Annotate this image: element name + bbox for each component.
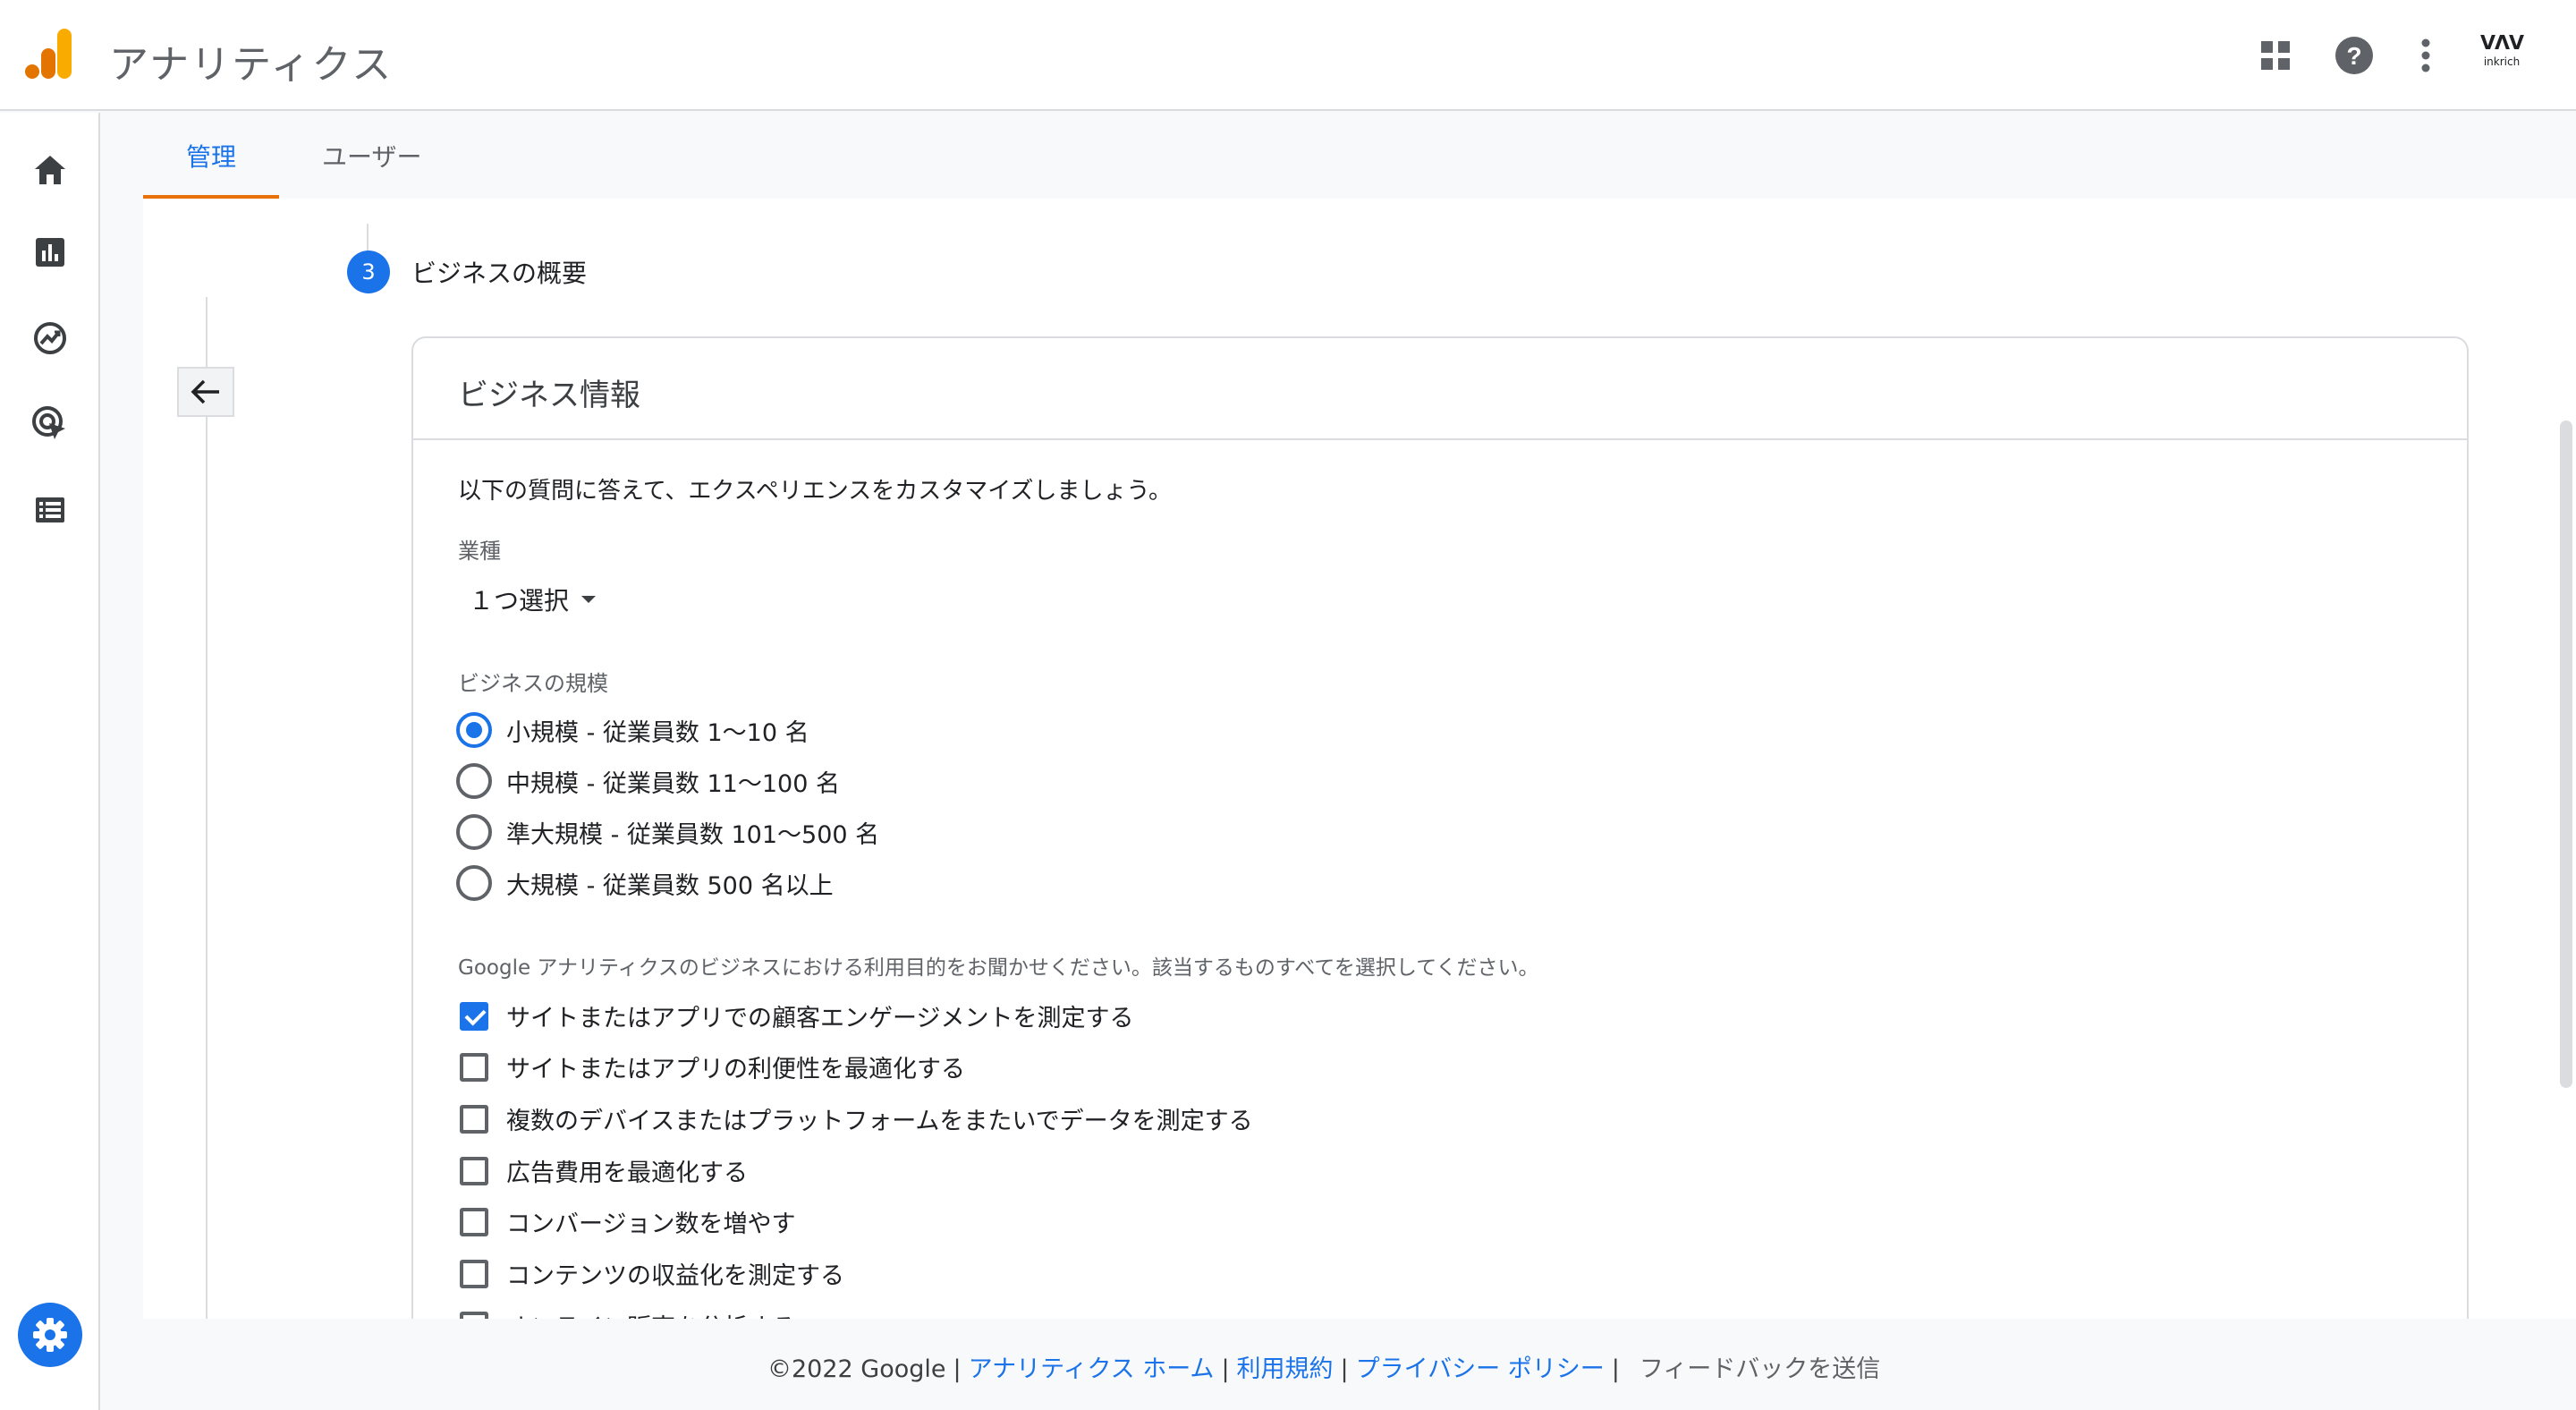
footer-separator: | xyxy=(1340,1355,1349,1383)
tab-user[interactable]: ユーザー xyxy=(322,138,421,174)
size-option-upper-medium[interactable]: 準大規模 - 従業員数 101～500 名 xyxy=(456,814,879,850)
industry-select-value: １つ選択 xyxy=(469,586,570,616)
industry-select[interactable]: １つ選択 xyxy=(469,582,597,617)
purpose-option-label: 複数のデバイスまたはプラットフォームをまたいでデータを測定する xyxy=(506,1108,1253,1135)
checkbox[interactable] xyxy=(460,1259,488,1288)
purpose-option-label: サイトまたはアプリの利便性を最適化する xyxy=(506,1056,965,1083)
step-number-badge: 3 xyxy=(347,251,390,293)
checkbox[interactable] xyxy=(460,1001,488,1031)
main-content: 3 ビジネスの概要 ビジネス情報 以下の質問に答えて、エクスペリエンスをカスタマ… xyxy=(143,199,2576,1319)
checkbox[interactable] xyxy=(460,1052,488,1082)
size-option-large[interactable]: 大規模 - 従業員数 500 名以上 xyxy=(456,865,834,901)
size-option-small[interactable]: 小規模 - 従業員数 1～10 名 xyxy=(456,712,809,748)
purpose-option[interactable]: サイトまたはアプリでの顧客エンゲージメントを測定する xyxy=(456,998,1133,1033)
size-option-label: 準大規模 - 従業員数 101～500 名 xyxy=(506,820,880,849)
analytics-logo[interactable] xyxy=(25,27,75,82)
size-option-medium[interactable]: 中規模 - 従業員数 11～100 名 xyxy=(456,763,840,799)
purpose-option-label: コンバージョン数を増やす xyxy=(506,1210,796,1238)
explore-icon[interactable] xyxy=(27,315,73,361)
footer-separator: | xyxy=(1611,1355,1620,1383)
purpose-option[interactable]: サイトまたはアプリの利便性を最適化する xyxy=(456,1049,965,1084)
purpose-label: Google アナリティクスのビジネスにおける利用目的をお聞かせください。該当す… xyxy=(458,956,1539,980)
back-button[interactable] xyxy=(177,367,234,417)
purpose-option[interactable]: オンライン販売を分析する xyxy=(456,1308,796,1319)
footer-link-terms[interactable]: 利用規約 xyxy=(1237,1355,1334,1383)
brand-logo-mark: ᐯᐱᐯ xyxy=(2479,32,2524,55)
stepper-line xyxy=(206,297,208,1319)
purpose-option[interactable]: コンテンツの収益化を測定する xyxy=(456,1256,844,1291)
svg-text:?: ? xyxy=(2346,42,2361,70)
home-icon[interactable] xyxy=(27,147,73,193)
reports-icon[interactable] xyxy=(27,229,73,276)
help-icon[interactable]: ? xyxy=(2331,32,2377,79)
industry-label: 業種 xyxy=(458,539,501,564)
size-option-label: 大規模 - 従業員数 500 名以上 xyxy=(506,871,834,900)
footer-separator: | xyxy=(953,1355,962,1383)
stepper-connector xyxy=(367,224,369,252)
page-scrollbar[interactable] xyxy=(2560,420,2572,1088)
settings-icon[interactable] xyxy=(18,1303,82,1367)
account-avatar[interactable]: ᐯᐱᐯ inkrich xyxy=(2470,32,2533,82)
checkbox[interactable] xyxy=(460,1311,488,1319)
card-title: ビジネス情報 xyxy=(458,378,640,413)
business-info-card: ビジネス情報 以下の質問に答えて、エクスペリエンスをカスタマイズしましょう。 業… xyxy=(411,336,2469,1319)
brand-name: inkrich xyxy=(2483,55,2521,68)
top-app-bar: アナリティクス ? ᐯᐱᐯ inkrich xyxy=(0,0,2576,111)
arrow-back-icon xyxy=(191,379,219,404)
tab-admin[interactable]: 管理 xyxy=(143,138,279,199)
checkbox[interactable] xyxy=(460,1156,488,1185)
card-intro-text: 以下の質問に答えて、エクスペリエンスをカスタマイズしましょう。 xyxy=(458,478,1172,505)
purpose-option[interactable]: 広告費用を最適化する xyxy=(456,1153,748,1188)
footer-link-privacy[interactable]: プライバシー ポリシー xyxy=(1356,1355,1605,1383)
app-title: アナリティクス xyxy=(109,42,394,88)
footer-copyright: ©2022 Google xyxy=(767,1355,946,1383)
checkbox[interactable] xyxy=(460,1207,488,1236)
step-label: ビジネスの概要 xyxy=(411,259,588,288)
configure-icon[interactable] xyxy=(27,487,73,533)
purpose-option-label: コンテンツの収益化を測定する xyxy=(506,1262,844,1290)
radio-button[interactable] xyxy=(456,865,492,901)
checkbox[interactable] xyxy=(460,1104,488,1134)
card-divider xyxy=(413,438,2467,440)
radio-button[interactable] xyxy=(456,712,492,748)
footer-links: ©2022 Google | アナリティクス ホーム | 利用規約 | プライバシー ポリシ… xyxy=(767,1349,1880,1384)
purpose-option-label: 広告費用を最適化する xyxy=(506,1159,748,1187)
radio-button[interactable] xyxy=(456,814,492,850)
business-size-label: ビジネスの規模 xyxy=(458,671,608,696)
purpose-option[interactable]: 複数のデバイスまたはプラットフォームをまたいでデータを測定する xyxy=(456,1101,1253,1136)
footer-feedback-link[interactable]: フィードバックを送信 xyxy=(1640,1355,1880,1383)
apps-grid-icon[interactable] xyxy=(2252,32,2299,79)
page-footer: ©2022 Google | アナリティクス ホーム | 利用規約 | プライバシー ポリシ… xyxy=(100,1319,2576,1410)
purpose-option-label: オンライン販売を分析する xyxy=(506,1308,796,1319)
size-option-label: 中規模 - 従業員数 11～100 名 xyxy=(506,769,840,798)
purpose-option-label: サイトまたはアプリでの顧客エンゲージメントを測定する xyxy=(506,1005,1134,1032)
advertising-icon[interactable] xyxy=(27,401,73,447)
admin-tabs: 管理 ユーザー xyxy=(143,111,2576,199)
more-vert-icon[interactable] xyxy=(2402,32,2449,79)
left-nav-sidebar xyxy=(0,113,100,1410)
purpose-option[interactable]: コンバージョン数を増やす xyxy=(456,1204,795,1239)
dropdown-caret-icon xyxy=(581,596,597,603)
radio-button[interactable] xyxy=(456,763,492,799)
footer-link-analytics-home[interactable]: アナリティクス ホーム xyxy=(969,1355,1215,1383)
footer-separator: | xyxy=(1221,1355,1230,1383)
size-option-label: 小規模 - 従業員数 1～10 名 xyxy=(506,718,809,747)
